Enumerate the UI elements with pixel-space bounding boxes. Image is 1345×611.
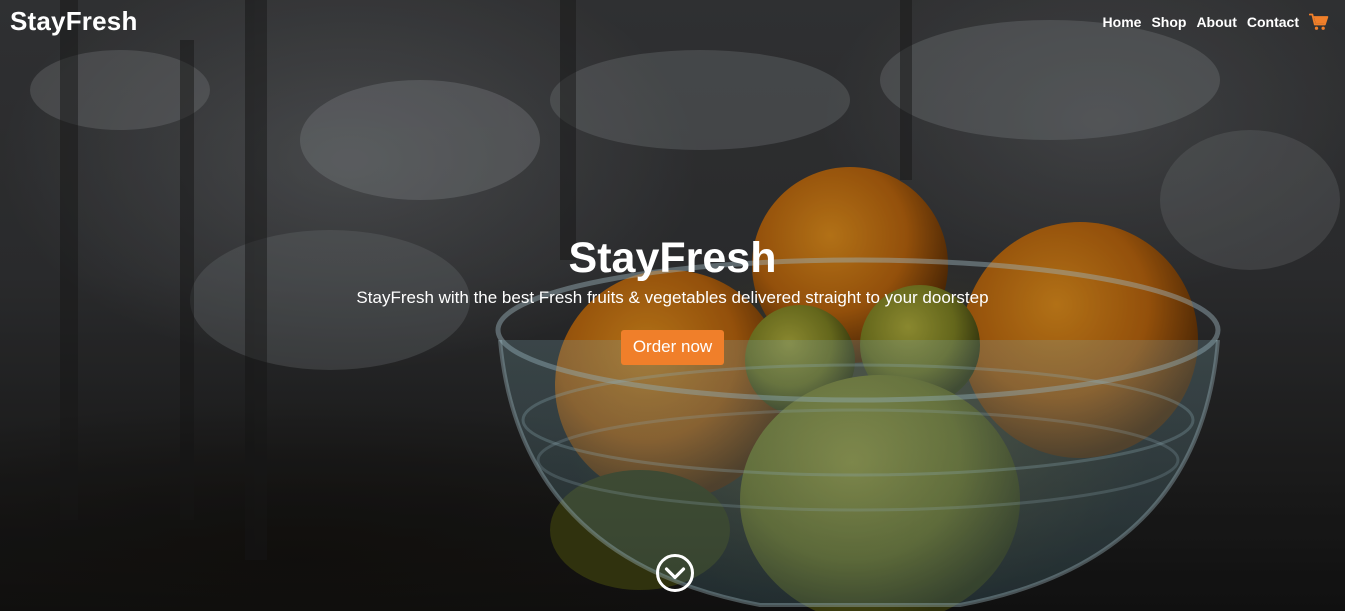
hero-title: StayFresh [568, 234, 777, 282]
nav-link-shop[interactable]: Shop [1151, 14, 1186, 30]
brand-logo[interactable]: StayFresh [10, 6, 138, 37]
nav-link-home[interactable]: Home [1103, 14, 1142, 30]
nav-links: Home Shop About Contact [1103, 12, 1329, 32]
hero-section: StayFresh Home Shop About Contact StayFr… [0, 0, 1345, 611]
nav-link-about[interactable]: About [1196, 14, 1236, 30]
order-now-button[interactable]: Order now [620, 330, 725, 365]
hero-content: StayFresh StayFresh with the best Fresh … [0, 232, 1345, 365]
shopping-cart-icon[interactable] [1308, 12, 1329, 32]
chevron-down-circle-icon[interactable] [655, 553, 695, 593]
top-navbar: StayFresh Home Shop About Contact [0, 0, 1345, 46]
hero-subtitle: StayFresh with the best Fresh fruits & v… [356, 288, 989, 307]
nav-link-contact[interactable]: Contact [1247, 14, 1299, 30]
